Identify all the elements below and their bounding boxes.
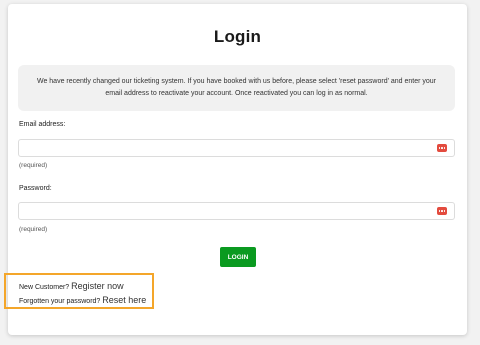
reset-password-link[interactable]: Reset here <box>102 295 146 305</box>
password-required-hint: (required) <box>19 226 48 233</box>
password-field[interactable] <box>18 202 455 220</box>
page-title: Login <box>213 27 262 46</box>
notice-text: We have recently changed our ticketing s… <box>36 78 437 97</box>
register-prompt: New Customer? <box>19 284 70 291</box>
email-required-hint: (required) <box>19 162 48 169</box>
register-link[interactable]: Register now <box>71 281 124 291</box>
register-line: New Customer? Register now <box>19 281 124 291</box>
password-manager-icon[interactable] <box>437 207 447 215</box>
notice-box: We have recently changed our ticketing s… <box>18 65 455 111</box>
password-label: Password: <box>19 185 52 192</box>
login-button[interactable]: LOGIN <box>220 247 256 267</box>
reset-prompt: Forgotten your password? <box>19 298 101 305</box>
reset-line: Forgotten your password? Reset here <box>19 295 146 305</box>
password-manager-icon[interactable] <box>437 144 447 152</box>
email-label: Email address: <box>19 121 66 128</box>
email-field[interactable] <box>18 139 455 157</box>
